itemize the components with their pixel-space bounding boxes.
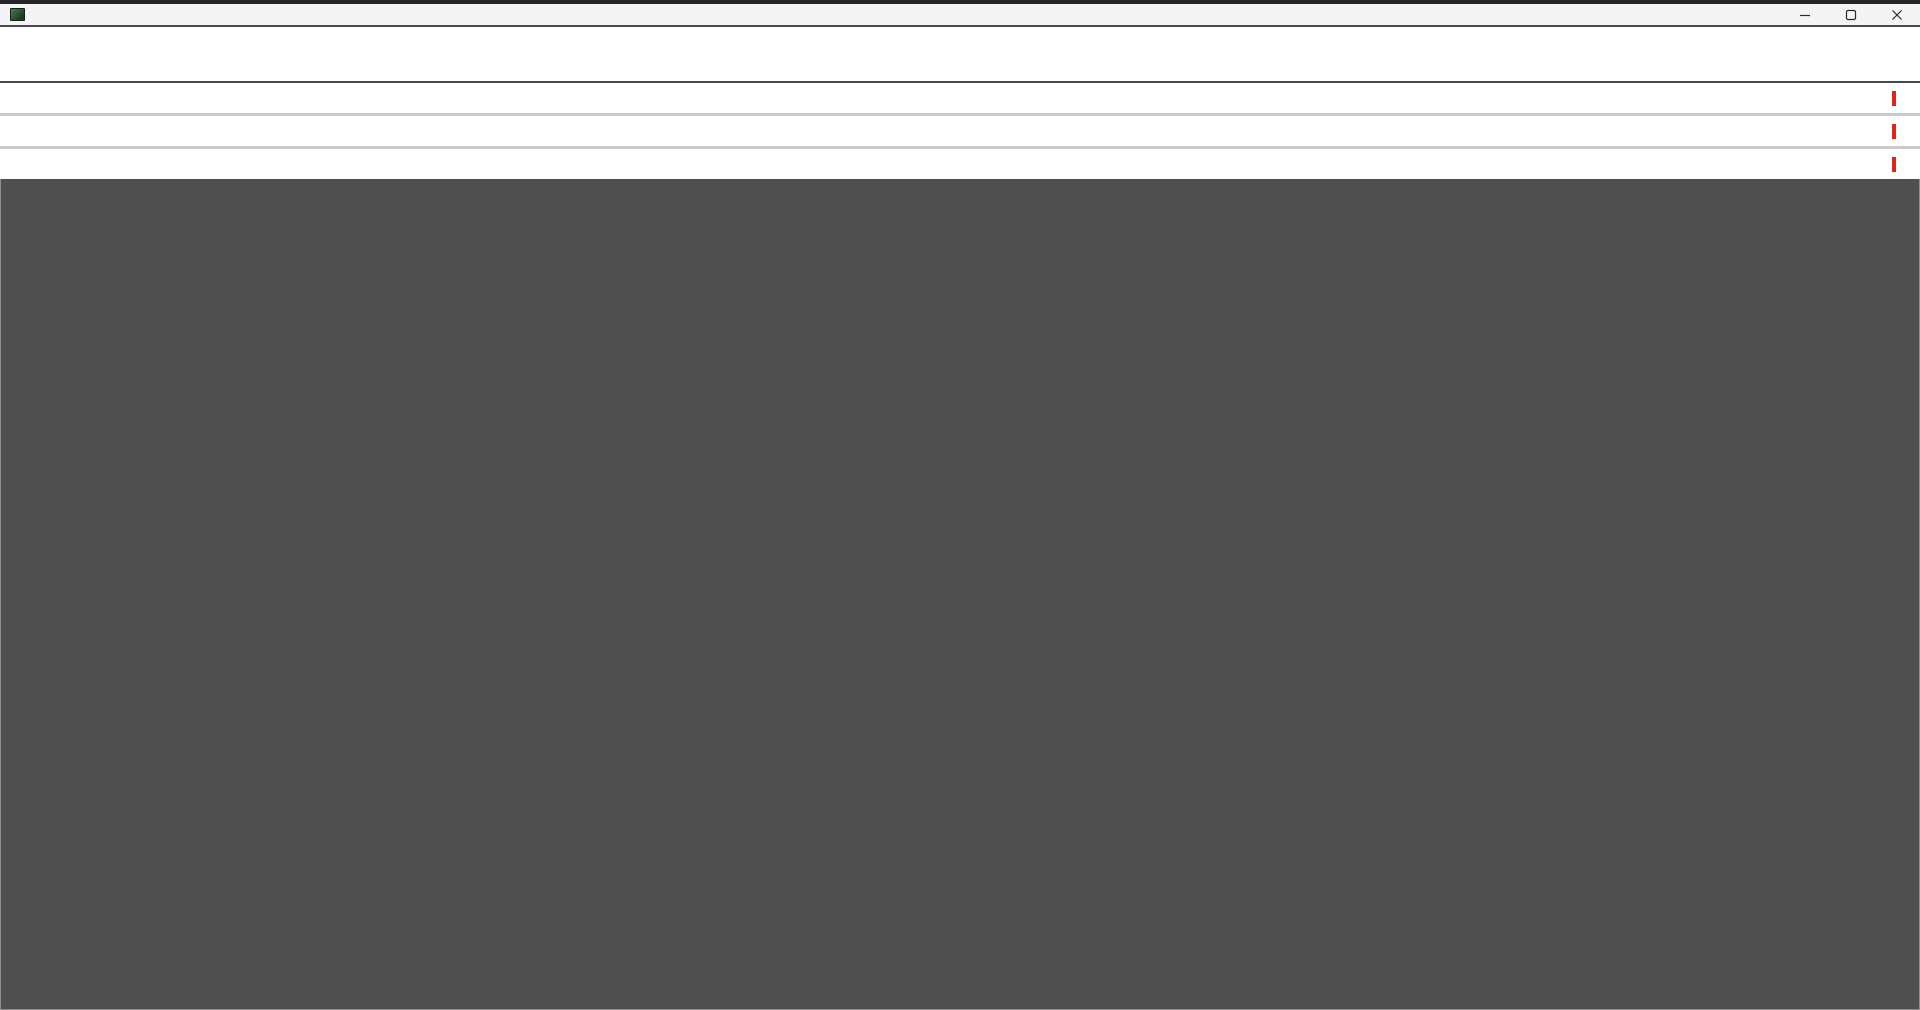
log-header bbox=[0, 27, 1920, 83]
series-title bbox=[1892, 123, 1904, 139]
close-icon bbox=[1892, 9, 1902, 20]
minimize-icon bbox=[1800, 14, 1810, 16]
series-color-bar bbox=[1892, 90, 1896, 106]
series-title bbox=[1892, 90, 1904, 106]
chart-stats-strip bbox=[0, 113, 1920, 146]
series-title bbox=[1892, 156, 1904, 172]
chart-section-cpu-power bbox=[0, 83, 1920, 113]
maximize-button[interactable] bbox=[1828, 4, 1874, 25]
window-controls bbox=[1782, 4, 1920, 25]
series-color-bar bbox=[1892, 156, 1896, 172]
app-window bbox=[0, 0, 1920, 1010]
series-color-bar bbox=[1892, 123, 1896, 139]
app-icon bbox=[10, 8, 25, 21]
close-button[interactable] bbox=[1874, 4, 1920, 25]
titlebar bbox=[0, 0, 1920, 27]
chart-section-core-temps bbox=[0, 146, 1920, 179]
maximize-icon bbox=[1845, 9, 1857, 20]
minimize-button[interactable] bbox=[1782, 4, 1828, 25]
chart-section-effective-clock bbox=[0, 113, 1920, 146]
chart-stats-strip bbox=[0, 146, 1920, 179]
chart-stats-strip bbox=[0, 83, 1920, 113]
